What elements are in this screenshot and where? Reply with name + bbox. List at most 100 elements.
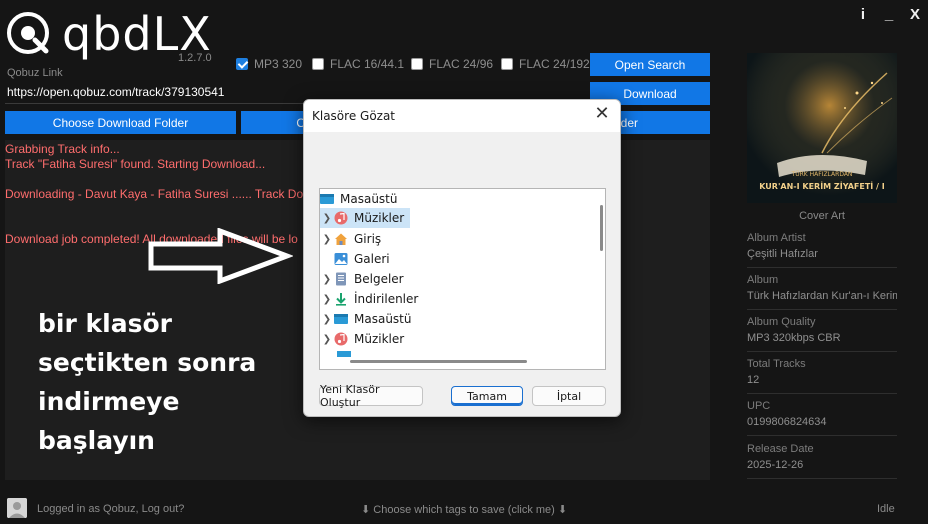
- ok-button[interactable]: Tamam: [451, 386, 523, 406]
- tree-item-gallery[interactable]: Galeri: [334, 249, 534, 269]
- choose-tags-link[interactable]: ⬇ Choose which tags to save (click me) ⬇: [361, 503, 567, 516]
- tree-item-desktop[interactable]: ❯ Masaüstü: [320, 309, 520, 329]
- tree-item-label: Masaüstü: [340, 192, 398, 206]
- chevron-right-icon[interactable]: ❯: [320, 294, 334, 305]
- app-name: qbdLX: [62, 7, 212, 61]
- tree-item-desktop-root[interactable]: Masaüstü: [320, 189, 590, 209]
- format-mp3-320[interactable]: MP3 320: [236, 57, 302, 71]
- dialog-title: Klasöre Gözat: [312, 109, 396, 123]
- dialog-close-icon[interactable]: ✕: [592, 104, 612, 126]
- format-label: MP3 320: [254, 57, 303, 71]
- tree-item-label: Giriş: [354, 232, 382, 246]
- tree-item-partial-icon: [337, 351, 351, 357]
- dialog-titlebar: Klasöre Gözat ✕: [304, 100, 620, 132]
- tree-item-home[interactable]: ❯ Giriş: [320, 229, 520, 249]
- tree-item-music[interactable]: ❯ Müzikler: [320, 329, 520, 349]
- downloads-icon: [334, 292, 348, 306]
- meta-label: Album Quality: [747, 316, 816, 328]
- tree-item-downloads[interactable]: ❯ İndirilenler: [320, 289, 520, 309]
- format-flac-24-96[interactable]: FLAC 24/96: [411, 57, 493, 71]
- minimize-button[interactable]: _: [882, 6, 896, 23]
- instruction-line: indirmeye: [38, 387, 180, 416]
- desktop-icon: [334, 312, 348, 326]
- tree-item-label: Müzikler: [354, 332, 405, 346]
- instruction-line: başlayın: [38, 426, 155, 455]
- meta-label: Release Date: [747, 443, 814, 455]
- login-status-link[interactable]: Logged in as Qobuz, Log out?: [37, 503, 184, 515]
- instruction-line: bir klasör: [38, 309, 172, 338]
- cover-small-text: TÜRK HAFIZLARDAN: [791, 171, 853, 178]
- tree-horizontal-scrollbar[interactable]: [350, 360, 527, 363]
- music-icon: [334, 332, 348, 346]
- meta-value: 0199806824634: [747, 416, 827, 428]
- close-button[interactable]: X: [908, 6, 922, 23]
- gallery-icon: [334, 252, 348, 266]
- tree-item-label: Masaüstü: [354, 312, 412, 326]
- meta-label: Album Artist: [747, 232, 806, 244]
- meta-release-date: Release Date 2025-12-26: [747, 443, 897, 479]
- instruction-overlay: bir klasör seçtikten sonra indirmeye baş…: [38, 304, 256, 460]
- folder-tree[interactable]: Masaüstü ❯ Müzikler ❯ Giriş Galeri ❯ Bel…: [319, 188, 606, 370]
- log-line: Downloading - Davut Kaya - Fatiha Suresi…: [5, 187, 304, 201]
- cover-art: TÜRK HAFIZLARDAN KUR'AN-I KERİM ZİYAFETİ…: [747, 53, 897, 203]
- qobuz-link-label: Qobuz Link: [7, 67, 63, 79]
- meta-value: Çeşitli Hafızlar: [747, 248, 818, 260]
- tree-item-label: İndirilenler: [354, 292, 419, 306]
- meta-upc: UPC 0199806824634: [747, 400, 897, 436]
- meta-value: Türk Hafızlardan Kur'an-ı Kerim Z: [747, 290, 897, 302]
- checkbox-checked-icon[interactable]: [236, 58, 248, 70]
- home-icon: [334, 232, 348, 246]
- qobuz-logo-icon: [6, 11, 52, 57]
- folder-button-right-label: lder: [618, 115, 639, 130]
- log-line: Track "Fatiha Suresi" found. Starting Do…: [5, 157, 266, 171]
- status-text: Idle: [877, 503, 895, 515]
- cancel-button[interactable]: İptal: [532, 386, 606, 406]
- meta-album: Album Türk Hafızlardan Kur'an-ı Kerim Z: [747, 274, 897, 310]
- checkbox-icon[interactable]: [411, 58, 423, 70]
- format-label: FLAC 24/96: [429, 57, 494, 71]
- tree-item-label: Galeri: [354, 252, 390, 266]
- arrow-annotation-icon: [148, 228, 293, 284]
- meta-value: 12: [747, 374, 760, 386]
- window-controls: i _ X: [856, 6, 922, 23]
- format-label: FLAC 16/44.1: [330, 57, 405, 71]
- chevron-right-icon[interactable]: ❯: [320, 234, 334, 245]
- tree-item-documents[interactable]: ❯ Belgeler: [320, 269, 520, 289]
- tree-vertical-scrollbar[interactable]: [600, 205, 603, 251]
- log-line: Grabbing Track info...: [5, 142, 120, 156]
- avatar[interactable]: [7, 498, 27, 518]
- browse-folder-dialog: Klasöre Gözat ✕ Masaüstü ❯ Müzikler ❯ Gi…: [303, 99, 621, 417]
- instruction-line: seçtikten sonra: [38, 348, 257, 377]
- tree-item-label: Müzikler: [354, 211, 405, 225]
- cover-title-text: KUR'AN-I KERİM ZİYAFETİ / I: [759, 181, 885, 191]
- tree-item-label: Belgeler: [354, 272, 404, 286]
- qobuz-link-input[interactable]: [5, 82, 237, 102]
- chevron-right-icon[interactable]: ❯: [320, 274, 334, 285]
- choose-download-folder-button[interactable]: Choose Download Folder: [5, 111, 236, 134]
- info-button[interactable]: i: [856, 6, 870, 23]
- desktop-icon: [320, 192, 334, 206]
- meta-total-tracks: Total Tracks 12: [747, 358, 897, 394]
- chevron-right-icon[interactable]: ❯: [320, 213, 334, 224]
- app-window: qbdLX 1.2.7.0 i _ X Qobuz Link MP3 320 F…: [0, 0, 928, 524]
- chevron-right-icon[interactable]: ❯: [320, 314, 334, 325]
- music-icon: [334, 211, 348, 225]
- cover-art-caption: Cover Art: [799, 210, 845, 222]
- format-flac-16[interactable]: FLAC 16/44.1: [312, 57, 404, 71]
- meta-value: 2025-12-26: [747, 459, 804, 471]
- checkbox-icon[interactable]: [312, 58, 324, 70]
- app-version: 1.2.7.0: [178, 52, 212, 64]
- chevron-right-icon[interactable]: ❯: [320, 334, 334, 345]
- meta-album-quality: Album Quality MP3 320kbps CBR: [747, 316, 897, 352]
- meta-label: Album: [747, 274, 779, 286]
- meta-value: MP3 320kbps CBR: [747, 332, 841, 344]
- meta-label: UPC: [747, 400, 771, 412]
- meta-album-artist: Album Artist Çeşitli Hafızlar: [747, 232, 897, 268]
- checkbox-icon[interactable]: [501, 58, 513, 70]
- meta-label: Total Tracks: [747, 358, 806, 370]
- tree-item-music-selected[interactable]: ❯ Müzikler: [320, 208, 410, 228]
- new-folder-button[interactable]: Yeni Klasör Oluştur: [319, 383, 423, 409]
- open-search-button[interactable]: Open Search: [590, 53, 710, 76]
- format-flac-24-192[interactable]: FLAC 24/192: [501, 57, 590, 71]
- format-label: FLAC 24/192: [519, 57, 590, 71]
